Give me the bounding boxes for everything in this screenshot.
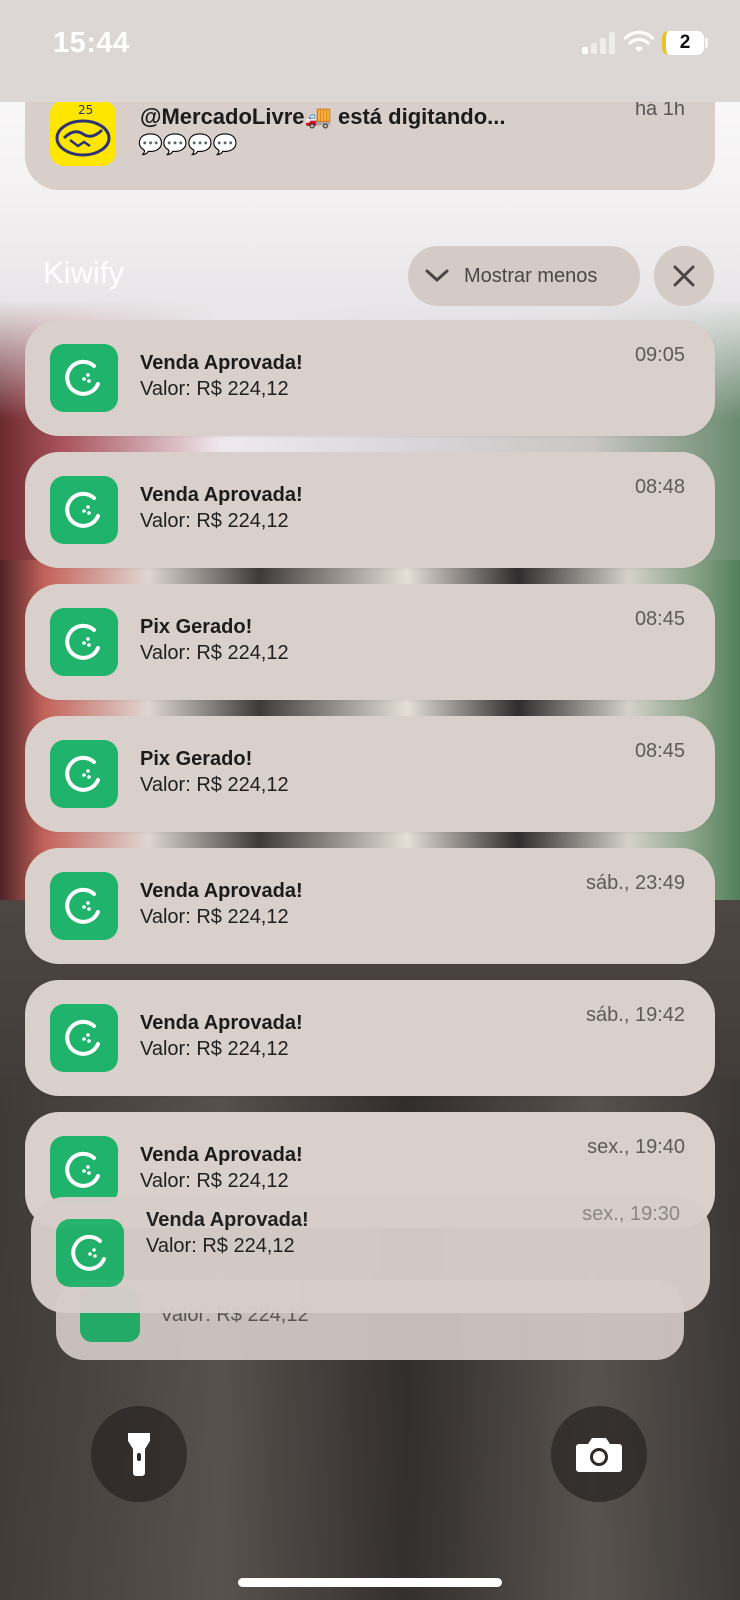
notification-time: 08:45 xyxy=(634,740,685,762)
notification-body: Valor: R$ 224,12 xyxy=(140,1170,289,1192)
notification-body: Valor: R$ 224,12 xyxy=(140,510,289,532)
notification-group-title: Kiwify xyxy=(43,255,124,290)
notification-time: sáb., 19:42 xyxy=(586,1004,685,1026)
notification-title: Venda Aprovada! xyxy=(140,1012,303,1034)
cellular-signal-icon xyxy=(582,32,615,54)
close-icon xyxy=(673,265,695,287)
kiwify-notification[interactable]: Pix Gerado! Valor: R$ 224,12 08:45 xyxy=(25,584,715,700)
notification-time: sáb., 23:49 xyxy=(586,872,685,894)
notification-body: Valor: R$ 224,12 xyxy=(140,378,289,400)
status-time: 15:44 xyxy=(53,27,130,59)
notification-time: 08:48 xyxy=(634,476,685,498)
notification-time: sex., 19:30 xyxy=(582,1203,680,1225)
notification-title: @MercadoLivre🚚 está digitando... xyxy=(140,104,506,129)
kiwify-app-icon xyxy=(56,1219,124,1287)
kiwify-app-icon xyxy=(50,1004,118,1072)
camera-icon xyxy=(576,1438,622,1472)
notification-title: Venda Aprovada! xyxy=(140,352,303,374)
kiwify-app-icon xyxy=(50,608,118,676)
kiwify-notification[interactable]: Venda Aprovada! Valor: R$ 224,12 sáb., 23:… xyxy=(25,848,715,964)
kiwify-notification[interactable]: Venda Aprovada! Valor: R$ 224,12 09:05 xyxy=(25,320,715,436)
kiwify-app-icon xyxy=(50,1136,118,1204)
flashlight-button[interactable] xyxy=(91,1406,187,1502)
svg-text:25: 25 xyxy=(78,103,93,117)
notification-body: Valor: R$ 224,12 xyxy=(140,642,289,664)
notification-title: Venda Aprovada! xyxy=(140,1144,303,1166)
kiwify-app-icon xyxy=(50,476,118,544)
status-bar: 15:44 2 xyxy=(0,0,740,102)
kiwify-notification[interactable]: Pix Gerado! Valor: R$ 224,12 08:45 xyxy=(25,716,715,832)
battery-tip xyxy=(705,38,708,48)
chevron-down-icon xyxy=(425,269,449,282)
battery-indicator: 2 xyxy=(662,31,704,55)
notification-title: Venda Aprovada! xyxy=(146,1209,309,1231)
mercadolivre-app-icon: 25 xyxy=(50,100,116,166)
notification-title: Pix Gerado! xyxy=(140,748,253,770)
flashlight-icon xyxy=(128,1433,150,1476)
kiwify-app-icon xyxy=(50,344,118,412)
clear-group-button[interactable] xyxy=(654,246,714,306)
notification-body: Valor: R$ 224,12 xyxy=(140,774,289,796)
notification-body: Valor: R$ 224,12 xyxy=(140,906,289,928)
notification-title: Venda Aprovada! xyxy=(140,880,303,902)
notification-body: Valor: R$ 224,12 xyxy=(146,1235,295,1257)
notification-time: sex., 19:40 xyxy=(587,1136,685,1158)
notification-body: Valor: R$ 224,12 xyxy=(140,1038,289,1060)
notification-time: 08:45 xyxy=(634,608,685,630)
kiwify-notification[interactable]: Venda Aprovada! Valor: R$ 224,12 08:48 xyxy=(25,452,715,568)
show-less-label: Mostrar menos xyxy=(464,264,598,287)
stacked-notification-front[interactable]: Venda Aprovada! Valor: R$ 224,12 sex., 1… xyxy=(31,1197,710,1313)
wifi-icon xyxy=(624,30,654,52)
notification-title: Venda Aprovada! xyxy=(140,484,303,506)
notification-title: Pix Gerado! xyxy=(140,616,253,638)
notification-time: 09:05 xyxy=(634,344,685,366)
kiwify-app-icon xyxy=(50,740,118,808)
notification-subtitle: 💬💬💬💬 xyxy=(138,134,238,156)
kiwify-app-icon xyxy=(50,872,118,940)
show-less-button[interactable]: Mostrar menos xyxy=(408,246,640,306)
camera-button[interactable] xyxy=(551,1406,647,1502)
kiwify-notification[interactable]: Venda Aprovada! Valor: R$ 224,12 sáb., 19:… xyxy=(25,980,715,1096)
home-indicator[interactable] xyxy=(238,1578,502,1587)
